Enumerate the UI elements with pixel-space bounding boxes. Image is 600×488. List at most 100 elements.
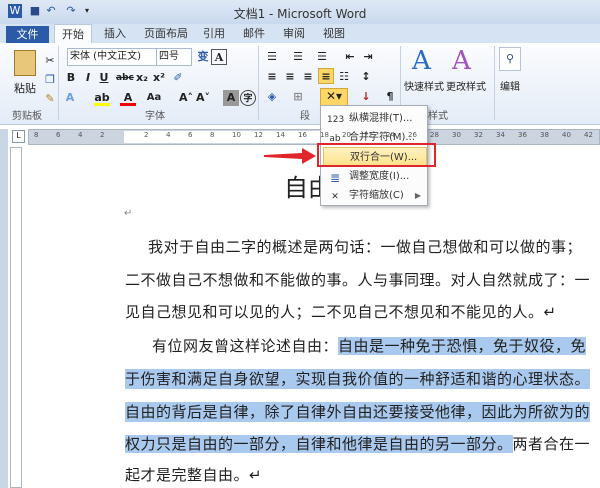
- align-center-icon[interactable]: ≡: [282, 69, 298, 85]
- ribbon-tabs: 文件 开始 插入 页面布局 引用 邮件 审阅 视图: [0, 24, 600, 43]
- ruler-tick-label: 20: [342, 131, 351, 139]
- menu-item-label: 调整宽度(I)...: [349, 171, 410, 182]
- selected-line[interactable]: 自由的背后是自律，除了自律外自由还要接受他律，因此为所欲为的: [125, 402, 591, 422]
- justify-icon[interactable]: ≡: [318, 68, 334, 84]
- tab-selector-icon[interactable]: L: [12, 130, 25, 143]
- styles-group-label: 样式: [428, 111, 448, 122]
- tab-file[interactable]: 文件: [6, 26, 49, 43]
- annotation-arrow-icon: [264, 148, 316, 164]
- selected-line[interactable]: 于伤害和满足自身欲望，实现自我价值的一种舒适和谐的心理状态。: [125, 369, 591, 389]
- doc-line: 二不做自己不想做和不能做的事。人与事同理。对人自然就成了：一: [125, 271, 591, 289]
- change-styles-icon[interactable]: A: [452, 46, 471, 76]
- ruler-tick-label: 28: [430, 131, 439, 139]
- selected-text[interactable]: 权力只是自由的一部分，自律和他律是自由的另一部分。: [125, 435, 513, 453]
- tab-home[interactable]: 开始: [54, 24, 92, 43]
- tab-review[interactable]: 审阅: [277, 24, 311, 43]
- doc-line: 权力只是自由的一部分，自律和他律是自由的另一部分。两者合在一: [125, 434, 590, 454]
- highlight-icon[interactable]: ab: [94, 90, 110, 106]
- borders-icon[interactable]: ⊞: [290, 89, 306, 105]
- show-marks-icon[interactable]: ¶: [382, 89, 398, 105]
- phonetic-guide-icon[interactable]: 变: [195, 49, 211, 65]
- ruler-tick-label: 30: [452, 131, 461, 139]
- tab-mailings[interactable]: 邮件: [237, 24, 271, 43]
- change-case-icon[interactable]: Aa: [146, 90, 162, 106]
- format-painter-icon[interactable]: ✎: [42, 91, 58, 107]
- title-bar: W ■ ↶ ↷ ▾ 文档1 - Microsoft Word: [0, 0, 600, 24]
- paragraph-group-label: 段: [300, 111, 310, 122]
- window-title: 文档1 - Microsoft Word: [233, 7, 367, 21]
- ruler-tick-label: 6: [56, 131, 61, 139]
- left-border: [0, 129, 8, 488]
- font-color-icon[interactable]: A: [120, 90, 136, 106]
- shading-icon[interactable]: ◈: [264, 89, 280, 105]
- doc-line: 起才是完整自由。↵: [125, 466, 263, 484]
- menu-item-label: 合并字符(M)...: [349, 132, 415, 143]
- plain-text: 有位网友曾这样论述自由：: [152, 337, 339, 355]
- doc-line: 我对于自由二字的概述是两句话：一做自己想做和可以做的事；: [148, 238, 583, 256]
- cut-icon[interactable]: ✂: [42, 53, 58, 69]
- subscript-icon[interactable]: x₂: [134, 70, 150, 86]
- ruler-tick-label: 16: [298, 131, 307, 139]
- quick-styles-icon[interactable]: A: [412, 46, 431, 76]
- ruler-tick-label: 2: [144, 131, 149, 139]
- character-scaling-icon: ✕: [331, 192, 339, 202]
- char-border-icon[interactable]: A: [211, 49, 227, 65]
- increase-indent-icon[interactable]: ⇥: [360, 49, 376, 65]
- tab-insert[interactable]: 插入: [98, 24, 132, 43]
- numbering-icon[interactable]: ☰: [290, 49, 306, 65]
- ruler-tick-label: 8: [34, 131, 39, 139]
- align-right-icon[interactable]: ≡: [300, 69, 316, 85]
- align-left-icon[interactable]: ≡: [264, 69, 280, 85]
- find-icon[interactable]: ⚲: [499, 47, 521, 71]
- editing-button[interactable]: 编辑: [500, 78, 520, 93]
- sort-icon[interactable]: ↓: [358, 89, 374, 105]
- quick-styles-button[interactable]: 快速样式: [404, 78, 444, 93]
- grow-font-icon[interactable]: A˄: [178, 90, 194, 106]
- shrink-font-icon[interactable]: A˅: [195, 90, 211, 106]
- vertical-ruler[interactable]: [10, 147, 22, 488]
- ruler-tick-label: 38: [540, 131, 549, 139]
- divider: [58, 46, 59, 120]
- plain-text: 两者合在一: [512, 435, 591, 453]
- strikethrough-icon[interactable]: abc: [116, 70, 134, 86]
- selected-text[interactable]: 自由是一种免于恐惧，免于奴役，免: [338, 337, 587, 355]
- text-effects-icon[interactable]: A: [62, 90, 78, 106]
- font-name-select[interactable]: 宋体 (中文正文): [67, 48, 157, 66]
- menu-item-character-scaling[interactable]: ✕ 字符缩放(C) ▶: [323, 186, 427, 205]
- ruler-tick-label: 36: [518, 131, 527, 139]
- multilevel-list-icon[interactable]: ☰: [314, 49, 330, 65]
- clipboard-group-label: 剪贴板: [12, 111, 42, 122]
- line-spacing-icon[interactable]: ↕: [358, 69, 374, 85]
- doc-line: 有位网友曾这样论述自由：自由是一种免于恐惧，免于奴役，免: [152, 336, 587, 356]
- submenu-arrow-icon: ▶: [414, 191, 421, 200]
- annotation-box: [317, 143, 436, 167]
- ruler-tick-label: 10: [232, 131, 241, 139]
- tab-page-layout[interactable]: 页面布局: [138, 24, 194, 43]
- ruler-tick-label: 4: [166, 131, 171, 139]
- divider: [258, 46, 259, 120]
- paste-icon[interactable]: [14, 50, 36, 76]
- superscript-icon[interactable]: x²: [151, 70, 167, 86]
- distributed-icon[interactable]: ☷: [336, 69, 352, 85]
- ruler-tick-label: 22: [364, 131, 373, 139]
- italic-icon[interactable]: I: [80, 70, 96, 86]
- menu-item-combine-vertical[interactable]: 123 纵横混排(T)...: [323, 109, 427, 128]
- tab-view[interactable]: 视图: [317, 24, 351, 43]
- copy-icon[interactable]: ❐: [42, 72, 58, 88]
- clear-format-icon[interactable]: ✐: [170, 70, 186, 86]
- tab-references[interactable]: 引用: [197, 24, 231, 43]
- menu-item-fit-text[interactable]: ≣ 调整宽度(I)...: [323, 167, 427, 186]
- doc-line: 见自己想见和可以见的人；二不见自己不想见和不能见的人。↵: [125, 303, 557, 321]
- ruler-tick-label: 32: [474, 131, 483, 139]
- bullets-icon[interactable]: ☰: [264, 49, 280, 65]
- enclose-char-icon[interactable]: 字: [240, 90, 256, 106]
- char-shading-icon[interactable]: A: [223, 90, 239, 106]
- underline-icon[interactable]: U: [96, 70, 112, 86]
- paste-button[interactable]: 粘贴: [14, 80, 36, 96]
- decrease-indent-icon[interactable]: ⇤: [342, 49, 358, 65]
- font-size-select[interactable]: 四号: [156, 48, 192, 66]
- ruler-tick-label: 2: [100, 131, 105, 139]
- bold-icon[interactable]: B: [63, 70, 79, 86]
- ruler-tick-label: 24: [386, 131, 395, 139]
- change-styles-button[interactable]: 更改样式: [446, 78, 486, 93]
